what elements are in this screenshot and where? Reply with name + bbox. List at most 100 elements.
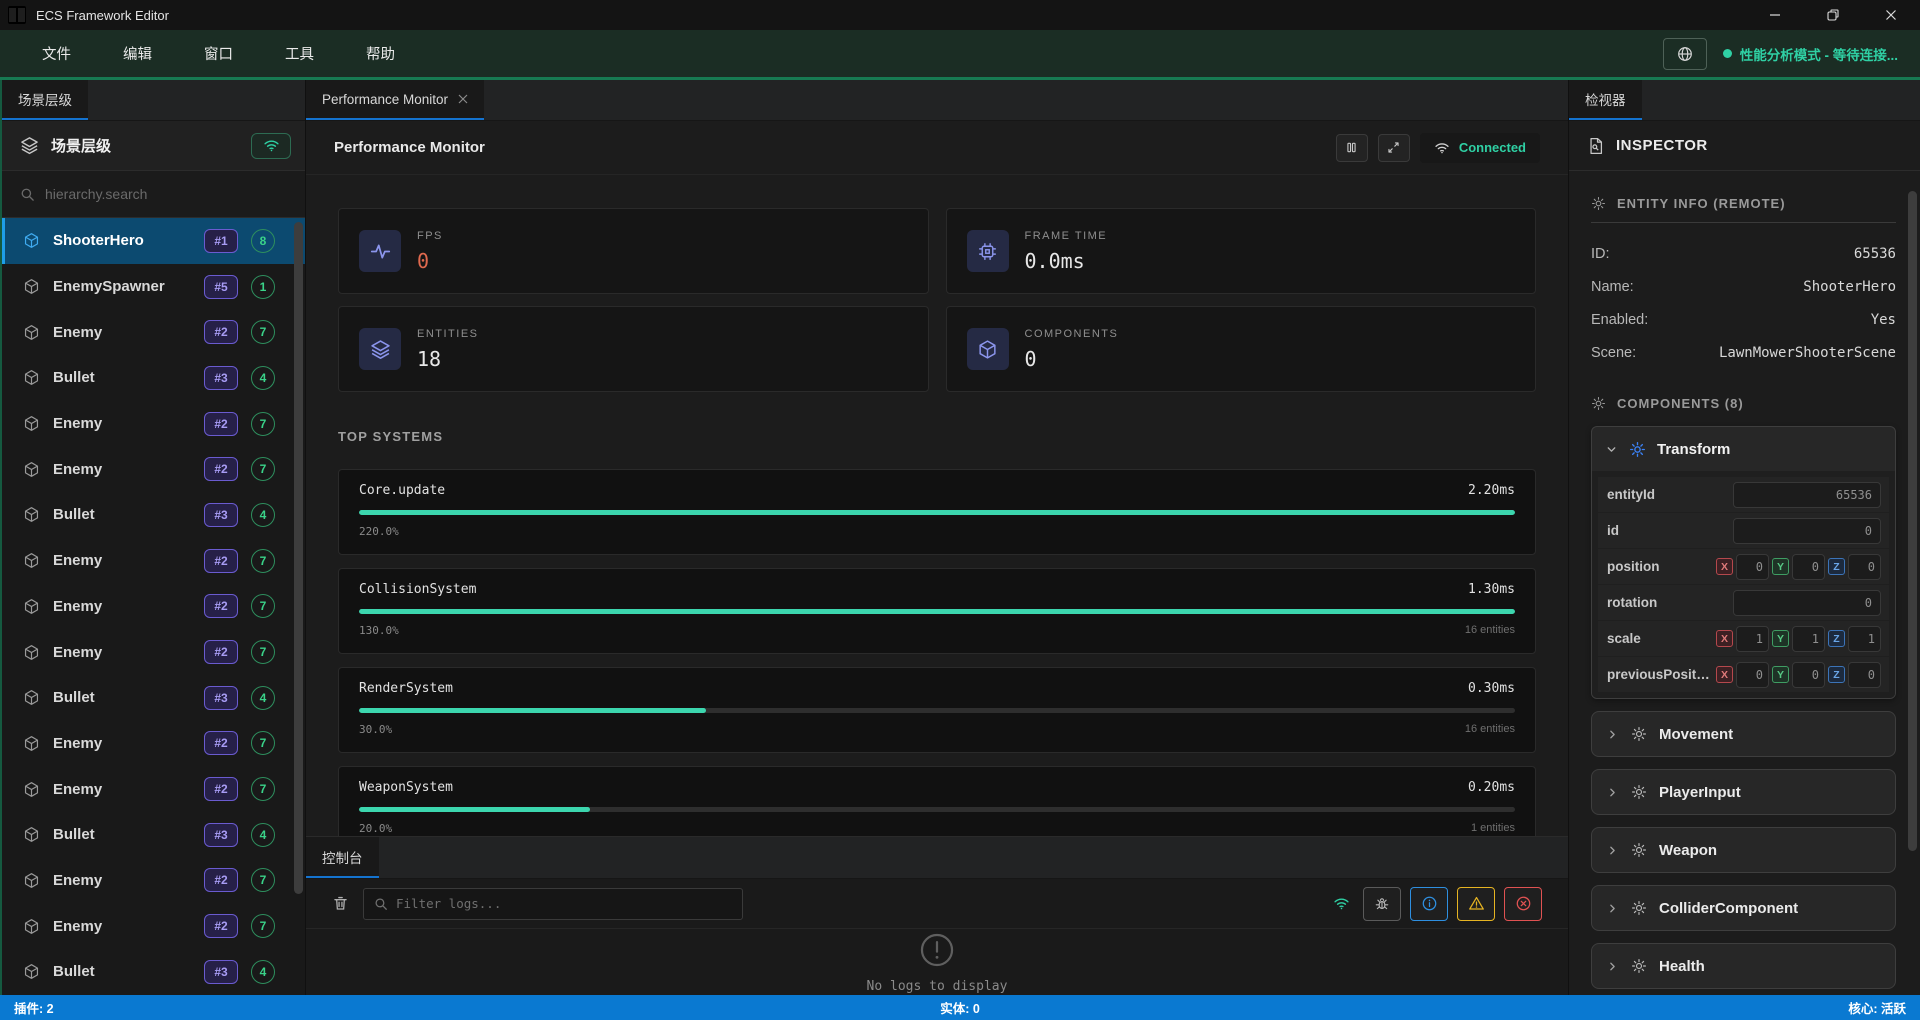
hierarchy-row[interactable]: Bullet #3 4 (2, 949, 305, 995)
entity-cube-icon (23, 506, 40, 523)
entity-name: Bullet (53, 369, 191, 386)
stat-card: FPS 0 (338, 208, 929, 294)
hierarchy-row[interactable]: ShooterHero #1 8 (2, 218, 305, 264)
minimize-button[interactable] (1746, 0, 1804, 30)
property-label: id (1607, 523, 1727, 538)
collapsed-component-card[interactable]: PlayerInput (1591, 769, 1896, 815)
hierarchy-row[interactable]: Enemy #2 7 (2, 721, 305, 767)
vector-z-input[interactable]: 0 (1848, 662, 1881, 688)
entity-field-row: ID: 65536 (1591, 237, 1896, 270)
chevron-right-icon (1606, 786, 1619, 799)
stat-label: FRAME TIME (1025, 230, 1108, 242)
field-value: ShooterHero (1803, 279, 1896, 295)
entity-name: Enemy (53, 872, 191, 889)
entity-count-badge: 7 (251, 777, 275, 801)
transform-property-row: previousPositi... X 0 Y 0 Z 0 (1598, 657, 1889, 692)
menu-item[interactable]: 窗口 (204, 43, 233, 64)
console-toolbar (306, 879, 1568, 929)
vector-y-input[interactable]: 0 (1792, 662, 1825, 688)
hierarchy-row[interactable]: Enemy #2 7 (2, 629, 305, 675)
tab-close-icon[interactable] (458, 94, 468, 104)
collapsed-component-card[interactable]: Weapon (1591, 827, 1896, 873)
system-percent: 220.0% (359, 525, 399, 538)
tab-inspector[interactable]: 检视器 (1569, 80, 1642, 120)
cpu-chip-icon (967, 230, 1009, 272)
tab-performance-monitor[interactable]: Performance Monitor (306, 80, 484, 120)
system-name: RenderSystem (359, 681, 453, 696)
log-filter-input[interactable] (396, 896, 732, 911)
system-card: CollisionSystem 1.30ms 130.0% 16 entitie… (338, 568, 1536, 654)
property-label: previousPositi... (1607, 667, 1710, 682)
component-gear-icon (1631, 842, 1647, 858)
log-stream-wifi-icon[interactable] (1333, 895, 1350, 912)
hierarchy-row[interactable]: Enemy #2 7 (2, 446, 305, 492)
vector-y-input[interactable]: 1 (1792, 626, 1825, 652)
entity-cube-icon (23, 552, 40, 569)
close-button[interactable] (1862, 0, 1920, 30)
hierarchy-row[interactable]: EnemySpawner #5 1 (2, 264, 305, 310)
hierarchy-row[interactable]: Enemy #2 7 (2, 766, 305, 812)
components-section-header: COMPONENTS (8) (1591, 396, 1896, 411)
entity-count-badge: 7 (251, 320, 275, 344)
stat-card: ENTITIES 18 (338, 306, 929, 392)
property-value-input[interactable]: 0 (1733, 590, 1881, 616)
menu-item[interactable]: 帮助 (366, 43, 395, 64)
hierarchy-search-input[interactable] (45, 186, 287, 202)
stat-card: COMPONENTS 0 (946, 306, 1537, 392)
collapsed-component-card[interactable]: Movement (1591, 711, 1896, 757)
hierarchy-tab-strip: 场景层级 (2, 80, 305, 121)
vector-z-input[interactable]: 0 (1848, 554, 1881, 580)
section-divider (1591, 222, 1896, 223)
inspector-tab-strip: 检视器 (1569, 80, 1920, 121)
language-globe-button[interactable] (1663, 38, 1707, 70)
clear-logs-button[interactable] (332, 895, 349, 912)
title-bar: ECS Framework Editor (0, 0, 1920, 30)
info-filter-button[interactable] (1410, 887, 1448, 921)
menu-item[interactable]: 工具 (285, 43, 314, 64)
property-value-input[interactable]: 65536 (1733, 482, 1881, 508)
transform-header[interactable]: Transform (1592, 427, 1895, 471)
debug-filter-button[interactable] (1363, 887, 1401, 921)
hierarchy-row[interactable]: Bullet #3 4 (2, 812, 305, 858)
entity-count-badge: 7 (251, 594, 275, 618)
tab-scene-hierarchy[interactable]: 场景层级 (2, 80, 88, 120)
pulse-icon (359, 230, 401, 272)
error-filter-button[interactable] (1504, 887, 1542, 921)
components-title: COMPONENTS (8) (1617, 396, 1744, 411)
warning-filter-button[interactable] (1457, 887, 1495, 921)
hierarchy-row[interactable]: Enemy #2 7 (2, 858, 305, 904)
menu-item[interactable]: 文件 (42, 43, 71, 64)
hierarchy-row[interactable]: Enemy #2 7 (2, 538, 305, 584)
vector-y-input[interactable]: 0 (1792, 554, 1825, 580)
vector-x-input[interactable]: 0 (1736, 554, 1769, 580)
hierarchy-row[interactable]: Enemy #2 7 (2, 903, 305, 949)
hierarchy-row[interactable]: Bullet #3 4 (2, 355, 305, 401)
menu-item[interactable]: 编辑 (123, 43, 152, 64)
restore-button[interactable] (1804, 0, 1862, 30)
inspector-scrollbar[interactable] (1908, 191, 1917, 851)
vector-z-input[interactable]: 1 (1848, 626, 1881, 652)
field-value: LawnMowerShooterScene (1719, 345, 1896, 361)
vector-x-input[interactable]: 1 (1736, 626, 1769, 652)
entity-name: Bullet (53, 826, 191, 843)
hierarchy-row[interactable]: Enemy #2 7 (2, 584, 305, 630)
expand-button[interactable] (1378, 134, 1410, 162)
tab-console[interactable]: 控制台 (306, 837, 379, 878)
performance-monitor-panel: Performance Monitor Performance Monitor (306, 80, 1568, 995)
hierarchy-row[interactable]: Bullet #3 4 (2, 675, 305, 721)
entity-name: Enemy (53, 781, 191, 798)
entity-archetype-badge: #5 (204, 275, 238, 299)
remote-connection-button[interactable] (251, 133, 291, 159)
hierarchy-search-row (2, 171, 305, 218)
collapsed-component-card[interactable]: Health (1591, 943, 1896, 989)
hierarchy-scrollbar[interactable] (294, 222, 303, 894)
property-value-input[interactable]: 0 (1733, 518, 1881, 544)
axis-x-badge: X (1716, 630, 1733, 647)
vector-x-input[interactable]: 0 (1736, 662, 1769, 688)
hierarchy-row[interactable]: Enemy #2 7 (2, 401, 305, 447)
collapsed-component-card[interactable]: ColliderComponent (1591, 885, 1896, 931)
hierarchy-row[interactable]: Bullet #3 4 (2, 492, 305, 538)
pause-button[interactable] (1336, 134, 1368, 162)
hierarchy-row[interactable]: Enemy #2 7 (2, 309, 305, 355)
entity-archetype-badge: #2 (204, 777, 238, 801)
